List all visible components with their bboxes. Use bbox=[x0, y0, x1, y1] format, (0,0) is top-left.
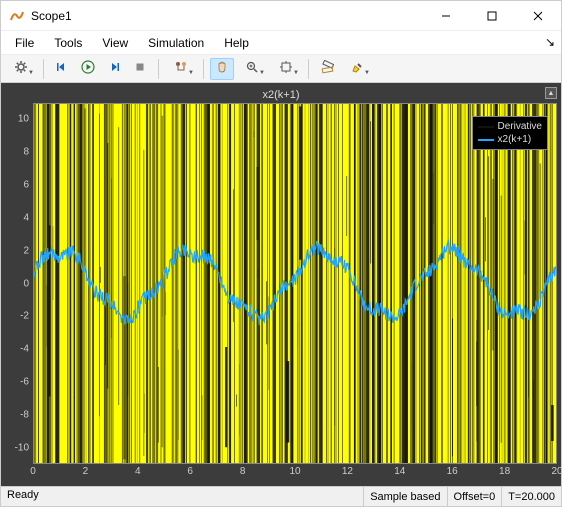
toolbar-separator bbox=[158, 59, 159, 79]
status-ready: Ready bbox=[1, 487, 363, 506]
menu-overflow-icon[interactable]: ↘ bbox=[545, 35, 555, 49]
toolbar-separator bbox=[43, 59, 44, 79]
chevron-down-icon: ▼ bbox=[364, 70, 370, 76]
status-time: T=20.000 bbox=[501, 487, 561, 506]
trigger-icon bbox=[174, 60, 188, 77]
y-tick: -10 bbox=[15, 442, 29, 453]
y-tick: -6 bbox=[20, 376, 29, 387]
legend-row-derivative: Derivative bbox=[478, 120, 542, 133]
x-axis: 02468101214161820 bbox=[33, 464, 557, 482]
menu-help[interactable]: Help bbox=[216, 34, 257, 52]
plot-canvas[interactable]: Derivative x2(k+1) bbox=[33, 103, 557, 464]
legend-label: x2(k+1) bbox=[498, 134, 532, 145]
chevron-down-icon: ▼ bbox=[188, 70, 194, 76]
window-title: Scope1 bbox=[31, 9, 423, 23]
toolbar-separator bbox=[308, 59, 309, 79]
menubar: File Tools View Simulation Help ↘ bbox=[1, 31, 561, 55]
legend-swatch bbox=[478, 126, 494, 128]
autoscale-button[interactable]: ▼ bbox=[270, 58, 302, 80]
marker-icon bbox=[350, 60, 364, 77]
zoom-icon bbox=[245, 60, 259, 77]
toolbar-separator bbox=[203, 59, 204, 79]
x-tick: 6 bbox=[187, 466, 193, 477]
x-tick: 14 bbox=[394, 466, 405, 477]
play-icon bbox=[81, 60, 95, 77]
titlebar: Scope1 bbox=[1, 1, 561, 31]
x-tick: 2 bbox=[83, 466, 89, 477]
y-tick: 0 bbox=[23, 278, 29, 289]
expand-plot-button[interactable] bbox=[545, 87, 557, 99]
status-offset: Offset=0 bbox=[447, 487, 502, 506]
step-forward-icon bbox=[107, 60, 121, 77]
statusbar: Ready Sample based Offset=0 T=20.000 bbox=[1, 486, 561, 506]
menu-file[interactable]: File bbox=[7, 34, 42, 52]
stop-button[interactable] bbox=[128, 58, 152, 80]
plot-title: x2(k+1) bbox=[5, 87, 557, 103]
legend-row-x2: x2(k+1) bbox=[478, 133, 542, 146]
x-tick: 18 bbox=[499, 466, 510, 477]
y-axis: -10 -8 -6 -4 -2 0 2 4 6 8 10 bbox=[5, 103, 33, 464]
y-tick: -8 bbox=[20, 409, 29, 420]
y-tick: 10 bbox=[18, 114, 29, 125]
x-tick: 4 bbox=[135, 466, 141, 477]
zoom-button[interactable]: ▼ bbox=[236, 58, 268, 80]
stop-icon bbox=[133, 60, 147, 77]
x-tick: 16 bbox=[447, 466, 458, 477]
y-tick: 6 bbox=[23, 180, 29, 191]
maximize-button[interactable] bbox=[469, 1, 515, 30]
minimize-button[interactable] bbox=[423, 1, 469, 30]
menu-view[interactable]: View bbox=[94, 34, 136, 52]
y-tick: 8 bbox=[23, 147, 29, 158]
plot-svg bbox=[34, 104, 556, 463]
trigger-settings-button[interactable]: ▼ bbox=[165, 58, 197, 80]
close-button[interactable] bbox=[515, 1, 561, 30]
menu-simulation[interactable]: Simulation bbox=[140, 34, 212, 52]
y-tick: 2 bbox=[23, 245, 29, 256]
configure-button[interactable]: ▼ bbox=[5, 58, 37, 80]
legend-label: Derivative bbox=[498, 121, 542, 132]
window-buttons bbox=[423, 1, 561, 30]
measurements-button[interactable] bbox=[315, 58, 339, 80]
scope-area: x2(k+1) -10 -8 -6 -4 -2 0 2 4 6 8 10 Derivative x2… bbox=[1, 83, 561, 486]
chevron-down-icon: ▼ bbox=[28, 70, 34, 76]
legend[interactable]: Derivative x2(k+1) bbox=[472, 116, 548, 150]
y-tick: -2 bbox=[20, 311, 29, 322]
legend-swatch bbox=[478, 139, 494, 141]
x-tick: 10 bbox=[289, 466, 300, 477]
menu-tools[interactable]: Tools bbox=[46, 34, 90, 52]
x-tick: 12 bbox=[342, 466, 353, 477]
chevron-down-icon: ▼ bbox=[259, 70, 265, 76]
app-logo-icon bbox=[9, 8, 25, 24]
plot-container: -10 -8 -6 -4 -2 0 2 4 6 8 10 Derivative x2(k+1) bbox=[5, 103, 557, 464]
status-sample-mode: Sample based bbox=[363, 487, 446, 506]
y-tick: -4 bbox=[20, 344, 29, 355]
step-forward-button[interactable] bbox=[102, 58, 126, 80]
x-tick: 8 bbox=[240, 466, 246, 477]
chevron-down-icon: ▼ bbox=[293, 70, 299, 76]
x-tick: 20 bbox=[551, 466, 562, 477]
pan-button[interactable] bbox=[210, 58, 234, 80]
y-tick: 4 bbox=[23, 212, 29, 223]
run-button[interactable] bbox=[76, 58, 100, 80]
gear-icon bbox=[14, 60, 28, 77]
x-tick: 0 bbox=[30, 466, 36, 477]
highlight-button[interactable]: ▼ bbox=[341, 58, 373, 80]
step-back-button[interactable] bbox=[50, 58, 74, 80]
hand-icon bbox=[215, 60, 229, 77]
autoscale-icon bbox=[279, 60, 293, 77]
ruler-icon bbox=[320, 60, 334, 77]
scope-window: Scope1 File Tools View Simulation Help ↘… bbox=[0, 0, 562, 507]
step-back-icon bbox=[55, 60, 69, 77]
toolbar: ▼ ▼ ▼ ▼ bbox=[1, 55, 561, 83]
